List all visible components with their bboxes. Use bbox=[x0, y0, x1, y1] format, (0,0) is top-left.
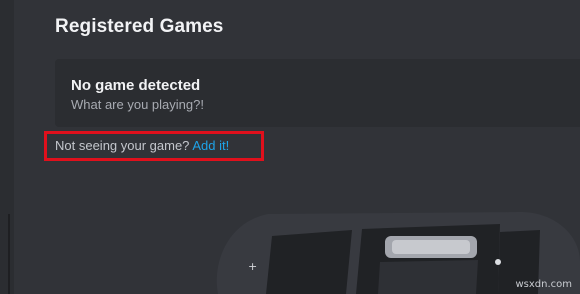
watermark: wsxdn.com bbox=[515, 279, 572, 290]
left-rail bbox=[0, 0, 14, 294]
game-status-title: No game detected bbox=[71, 77, 201, 94]
section-title: Registered Games bbox=[55, 16, 224, 37]
game-status-card: No game detected What are you playing?! bbox=[55, 59, 580, 127]
highlight-annotation-box bbox=[44, 131, 264, 161]
scrollbar[interactable] bbox=[8, 214, 10, 294]
plus-icon: + bbox=[248, 260, 257, 273]
game-status-subtitle: What are you playing?! bbox=[71, 97, 204, 112]
